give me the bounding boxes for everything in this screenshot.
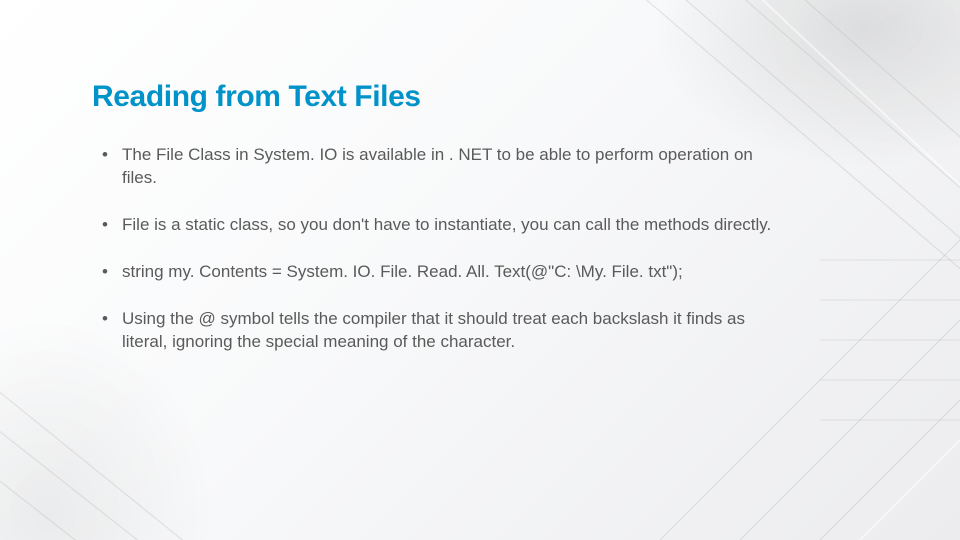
list-item: The File Class in System. IO is availabl… — [92, 144, 772, 190]
slide-content: Reading from Text Files The File Class i… — [0, 0, 960, 540]
slide-title: Reading from Text Files — [92, 80, 868, 114]
list-item: string my. Contents = System. IO. File. … — [92, 261, 772, 284]
bullet-list: The File Class in System. IO is availabl… — [92, 144, 772, 354]
list-item: Using the @ symbol tells the compiler th… — [92, 308, 772, 354]
list-item: File is a static class, so you don't hav… — [92, 214, 772, 237]
